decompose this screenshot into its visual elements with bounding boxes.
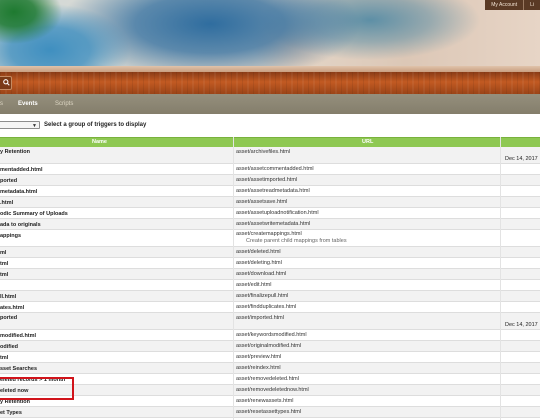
app-root: My Account Li s Events Scripts ▼ Select … xyxy=(0,0,540,420)
table-row[interactable]: sset Searches asset/reindex.html xyxy=(0,363,540,374)
column-header-url[interactable]: URL xyxy=(362,138,373,147)
trigger-url[interactable]: asset/assetreadmetadata.html xyxy=(236,188,310,194)
trigger-url[interactable]: asset/removedeletednow.html xyxy=(236,387,309,393)
trigger-url[interactable]: asset/assetcommentadded.html xyxy=(236,166,314,172)
column-divider xyxy=(233,137,234,420)
search-input[interactable] xyxy=(0,76,12,90)
trigger-url[interactable]: asset/keywordsmodified.html xyxy=(236,332,307,338)
table-row[interactable]: ported asset/assetimported.html xyxy=(0,175,540,186)
trigger-url[interactable]: asset/assetuploadnotification.html xyxy=(236,210,319,216)
trigger-url[interactable]: asset/assetsave.html xyxy=(236,199,287,205)
trigger-url[interactable]: asset/finalizepull.html xyxy=(236,293,288,299)
trigger-url[interactable]: asset/assetwritemetadata.html xyxy=(236,221,310,227)
trigger-url[interactable]: asset/deleted.html xyxy=(236,249,281,255)
trigger-url[interactable]: asset/edit.html xyxy=(236,282,271,288)
my-account-link[interactable]: My Account xyxy=(485,0,523,10)
trigger-name[interactable]: y Retention xyxy=(0,149,30,155)
last-run-date: Dec 14, 2017 xyxy=(505,322,538,328)
table-header: Name URL xyxy=(0,137,540,147)
trigger-name[interactable]: ported xyxy=(0,315,17,321)
table-row[interactable]: y Retention asset/renewassets.html xyxy=(0,396,540,407)
trigger-url[interactable]: asset/createmappings.html xyxy=(236,231,302,237)
trigger-group-select[interactable]: ▼ xyxy=(0,121,40,129)
column-divider xyxy=(500,137,501,420)
trigger-name[interactable]: modified.html xyxy=(0,333,36,339)
table-row[interactable]: eleted records > 1 month asset/removedele… xyxy=(0,374,540,385)
table-row[interactable]: odic Summary of Uploads asset/assetupload… xyxy=(0,208,540,219)
trigger-url[interactable]: asset/renewassets.html xyxy=(236,398,293,404)
logout-link[interactable]: Li xyxy=(523,0,540,10)
trigger-name[interactable]: metadata.html xyxy=(0,189,37,195)
trigger-name[interactable]: ates.html xyxy=(0,305,24,311)
table-row[interactable]: tml asset/download.html xyxy=(0,269,540,280)
column-header-name[interactable]: Name xyxy=(92,138,107,147)
header-banner-image: My Account Li xyxy=(0,0,540,72)
table-row[interactable]: ported asset/imported.html Dec 14, 2017 xyxy=(0,313,540,330)
table-row[interactable]: et Types asset/resetassettypes.html xyxy=(0,407,540,418)
search-icon[interactable] xyxy=(3,79,10,86)
trigger-name[interactable]: mentadded.html xyxy=(0,167,42,173)
triggers-table: Name URL y Retention asset/archivefiles.h… xyxy=(0,137,540,420)
trigger-description: Create parent child mappings from tables xyxy=(246,238,347,244)
trigger-name[interactable]: tml xyxy=(0,272,8,278)
tab-scripts[interactable]: Scripts xyxy=(55,94,73,114)
nav-tab-bar: s Events Scripts xyxy=(0,94,540,114)
trigger-group-label: Select a group of triggers to display xyxy=(44,122,147,128)
trigger-name[interactable]: ml xyxy=(0,250,6,256)
table-row[interactable]: ada to originals asset/assetwritemetadata… xyxy=(0,219,540,230)
tab-events[interactable]: Events xyxy=(18,94,38,114)
trigger-name[interactable]: appings xyxy=(0,233,21,239)
trigger-name[interactable]: ll.html xyxy=(0,294,16,300)
trigger-name[interactable]: odic Summary of Uploads xyxy=(0,211,68,217)
table-row[interactable]: .html asset/assetsave.html xyxy=(0,197,540,208)
table-row[interactable]: appings asset/createmappings.html Create p… xyxy=(0,230,540,247)
trigger-url[interactable]: asset/resetassettypes.html xyxy=(236,409,301,415)
trigger-url[interactable]: asset/preview.html xyxy=(236,354,281,360)
trigger-name[interactable]: ported xyxy=(0,178,17,184)
tab-partial[interactable]: s xyxy=(0,94,3,114)
trigger-url[interactable]: asset/originalmodified.html xyxy=(236,343,301,349)
trigger-url[interactable]: asset/reindex.html xyxy=(236,365,281,371)
table-row[interactable]: ates.html asset/findduplicates.html xyxy=(0,302,540,313)
trigger-name[interactable]: .html xyxy=(0,200,13,206)
highlight-annotation-box xyxy=(0,377,74,400)
trigger-name[interactable]: tml xyxy=(0,355,8,361)
trigger-url[interactable]: asset/findduplicates.html xyxy=(236,304,296,310)
dropdown-arrow-icon: ▼ xyxy=(32,123,37,129)
trigger-name[interactable]: tml xyxy=(0,261,8,267)
trigger-name[interactable]: et Types xyxy=(0,410,22,416)
table-row[interactable]: metadata.html asset/assetreadmetadata.htm… xyxy=(0,186,540,197)
trigger-url[interactable]: asset/deleting.html xyxy=(236,260,282,266)
table-row[interactable]: ml asset/deleted.html xyxy=(0,247,540,258)
table-row[interactable]: eleted now asset/removedeletednow.html xyxy=(0,385,540,396)
table-row[interactable]: asset/edit.html xyxy=(0,280,540,291)
trigger-name[interactable]: odified xyxy=(0,344,18,350)
trigger-url[interactable]: asset/archivefiles.html xyxy=(236,149,290,155)
trigger-name[interactable]: sset Searches xyxy=(0,366,37,372)
trigger-name[interactable]: ada to originals xyxy=(0,222,41,228)
table-row[interactable]: tml asset/preview.html xyxy=(0,352,540,363)
trigger-url[interactable]: asset/download.html xyxy=(236,271,286,277)
trigger-url[interactable]: asset/removedeleted.html xyxy=(236,376,299,382)
table-row[interactable]: tml asset/deleting.html xyxy=(0,258,540,269)
trigger-group-filter: ▼ Select a group of triggers to display xyxy=(0,118,540,132)
trigger-url[interactable]: asset/imported.html xyxy=(236,315,284,321)
table-body: y Retention asset/archivefiles.html Dec 14… xyxy=(0,147,540,418)
user-menu: My Account Li xyxy=(485,0,540,10)
table-row[interactable]: ll.html asset/finalizepull.html xyxy=(0,291,540,302)
table-row[interactable]: odified asset/originalmodified.html xyxy=(0,341,540,352)
table-row[interactable]: mentadded.html asset/assetcommentadded.ht… xyxy=(0,164,540,175)
search-bar xyxy=(0,72,540,94)
table-row[interactable]: y Retention asset/archivefiles.html Dec 14… xyxy=(0,147,540,164)
table-row[interactable]: modified.html asset/keywordsmodified.html xyxy=(0,330,540,341)
last-run-date: Dec 14, 2017 xyxy=(505,156,538,162)
trigger-url[interactable]: asset/assetimported.html xyxy=(236,177,297,183)
